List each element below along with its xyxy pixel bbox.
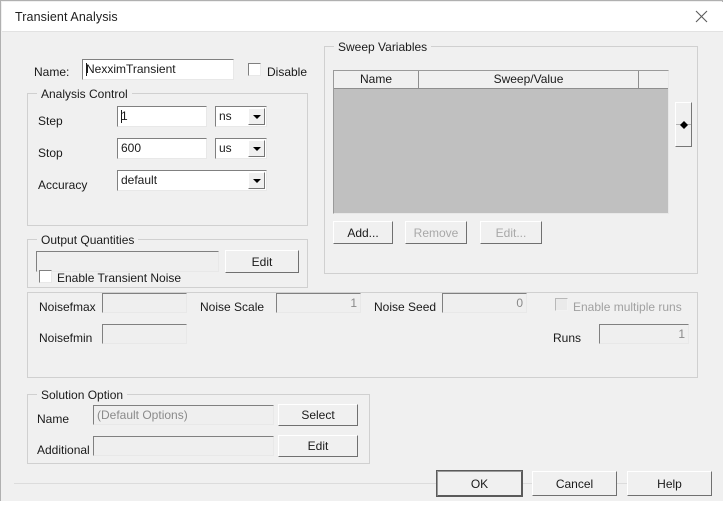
accuracy-value: default <box>121 173 158 187</box>
output-quantities-input <box>36 251 219 272</box>
stop-input[interactable]: 600 <box>117 138 207 159</box>
ok-button[interactable]: OK <box>437 471 522 496</box>
move-up-button[interactable] <box>676 103 691 125</box>
solution-name-label: Name <box>37 412 70 426</box>
solution-select-button[interactable]: Select <box>278 404 358 426</box>
column-header-name[interactable]: Name <box>334 71 419 89</box>
chevron-down-icon[interactable] <box>248 172 265 189</box>
close-icon <box>695 10 708 23</box>
stop-unit-combo[interactable]: us <box>215 138 267 159</box>
arrow-down-icon <box>679 124 688 143</box>
arrow-up-icon <box>679 106 688 125</box>
enable-transient-noise-label: Enable Transient Noise <box>57 271 182 285</box>
column-header-sweep-value[interactable]: Sweep/Value <box>419 71 639 89</box>
column-header-extra[interactable] <box>639 71 668 89</box>
output-quantities-title: Output Quantities <box>37 233 139 247</box>
transient-analysis-dialog: Transient Analysis Name: NexximTransient… <box>0 0 723 506</box>
disable-checkbox[interactable] <box>248 63 261 76</box>
runs-label: Runs <box>553 331 582 345</box>
noisefmax-input <box>102 293 187 313</box>
runs-input: 1 <box>599 324 689 344</box>
enable-multiple-runs-checkbox <box>555 298 568 311</box>
sweep-remove-button: Remove <box>405 221 467 244</box>
table-body[interactable] <box>334 89 668 213</box>
step-label: Step <box>38 114 63 128</box>
chevron-down-icon[interactable] <box>248 140 265 157</box>
move-down-button[interactable] <box>676 124 691 146</box>
help-button[interactable]: Help <box>627 471 712 496</box>
close-button[interactable] <box>679 2 723 31</box>
sweep-order-spinner[interactable] <box>675 102 692 147</box>
sweep-add-button[interactable]: Add... <box>333 221 393 244</box>
analysis-control-title: Analysis Control <box>37 87 132 101</box>
solution-name-input: (Default Options) <box>93 405 274 425</box>
stop-unit-value: us <box>219 141 232 155</box>
step-unit-combo[interactable]: ns <box>215 106 267 127</box>
analysis-name-input[interactable]: NexximTransient <box>82 59 234 80</box>
window-title: Transient Analysis <box>15 10 118 24</box>
enable-transient-noise-checkbox[interactable] <box>39 270 52 283</box>
noise-scale-label: Noise Scale <box>200 300 265 314</box>
noisefmin-label: Noisefmin <box>39 331 93 345</box>
disable-label: Disable <box>267 65 308 79</box>
sweep-variables-title: Sweep Variables <box>334 40 432 54</box>
solution-additional-label: Additional <box>37 443 90 457</box>
solution-edit-button[interactable]: Edit <box>278 435 358 457</box>
window-bottom-edge <box>0 501 723 506</box>
sweep-variables-table[interactable]: Name Sweep/Value <box>333 70 669 214</box>
step-unit-value: ns <box>219 109 232 123</box>
cancel-button[interactable]: Cancel <box>532 471 617 496</box>
title-bar: Transient Analysis <box>2 2 723 32</box>
output-quantities-edit-button[interactable]: Edit <box>225 250 299 273</box>
noise-seed-label: Noise Seed <box>374 300 437 314</box>
accuracy-combo[interactable]: default <box>117 170 267 191</box>
noisefmin-input <box>102 324 187 344</box>
name-label: Name: <box>34 65 70 79</box>
accuracy-label: Accuracy <box>38 178 88 192</box>
noise-scale-input: 1 <box>276 293 361 313</box>
enable-multiple-runs-label: Enable multiple runs <box>573 300 682 314</box>
sweep-edit-button: Edit... <box>480 221 542 244</box>
noise-seed-input: 0 <box>442 293 527 313</box>
chevron-down-icon[interactable] <box>248 108 265 125</box>
table-header-row: Name Sweep/Value <box>334 71 668 89</box>
noisefmax-label: Noisefmax <box>39 300 96 314</box>
solution-additional-input <box>93 436 274 456</box>
solution-option-title: Solution Option <box>37 388 128 402</box>
step-input[interactable]: 1 <box>117 106 207 127</box>
dialog-body: Name: NexximTransient Disable Analysis C… <box>2 32 723 506</box>
stop-label: Stop <box>38 146 63 160</box>
